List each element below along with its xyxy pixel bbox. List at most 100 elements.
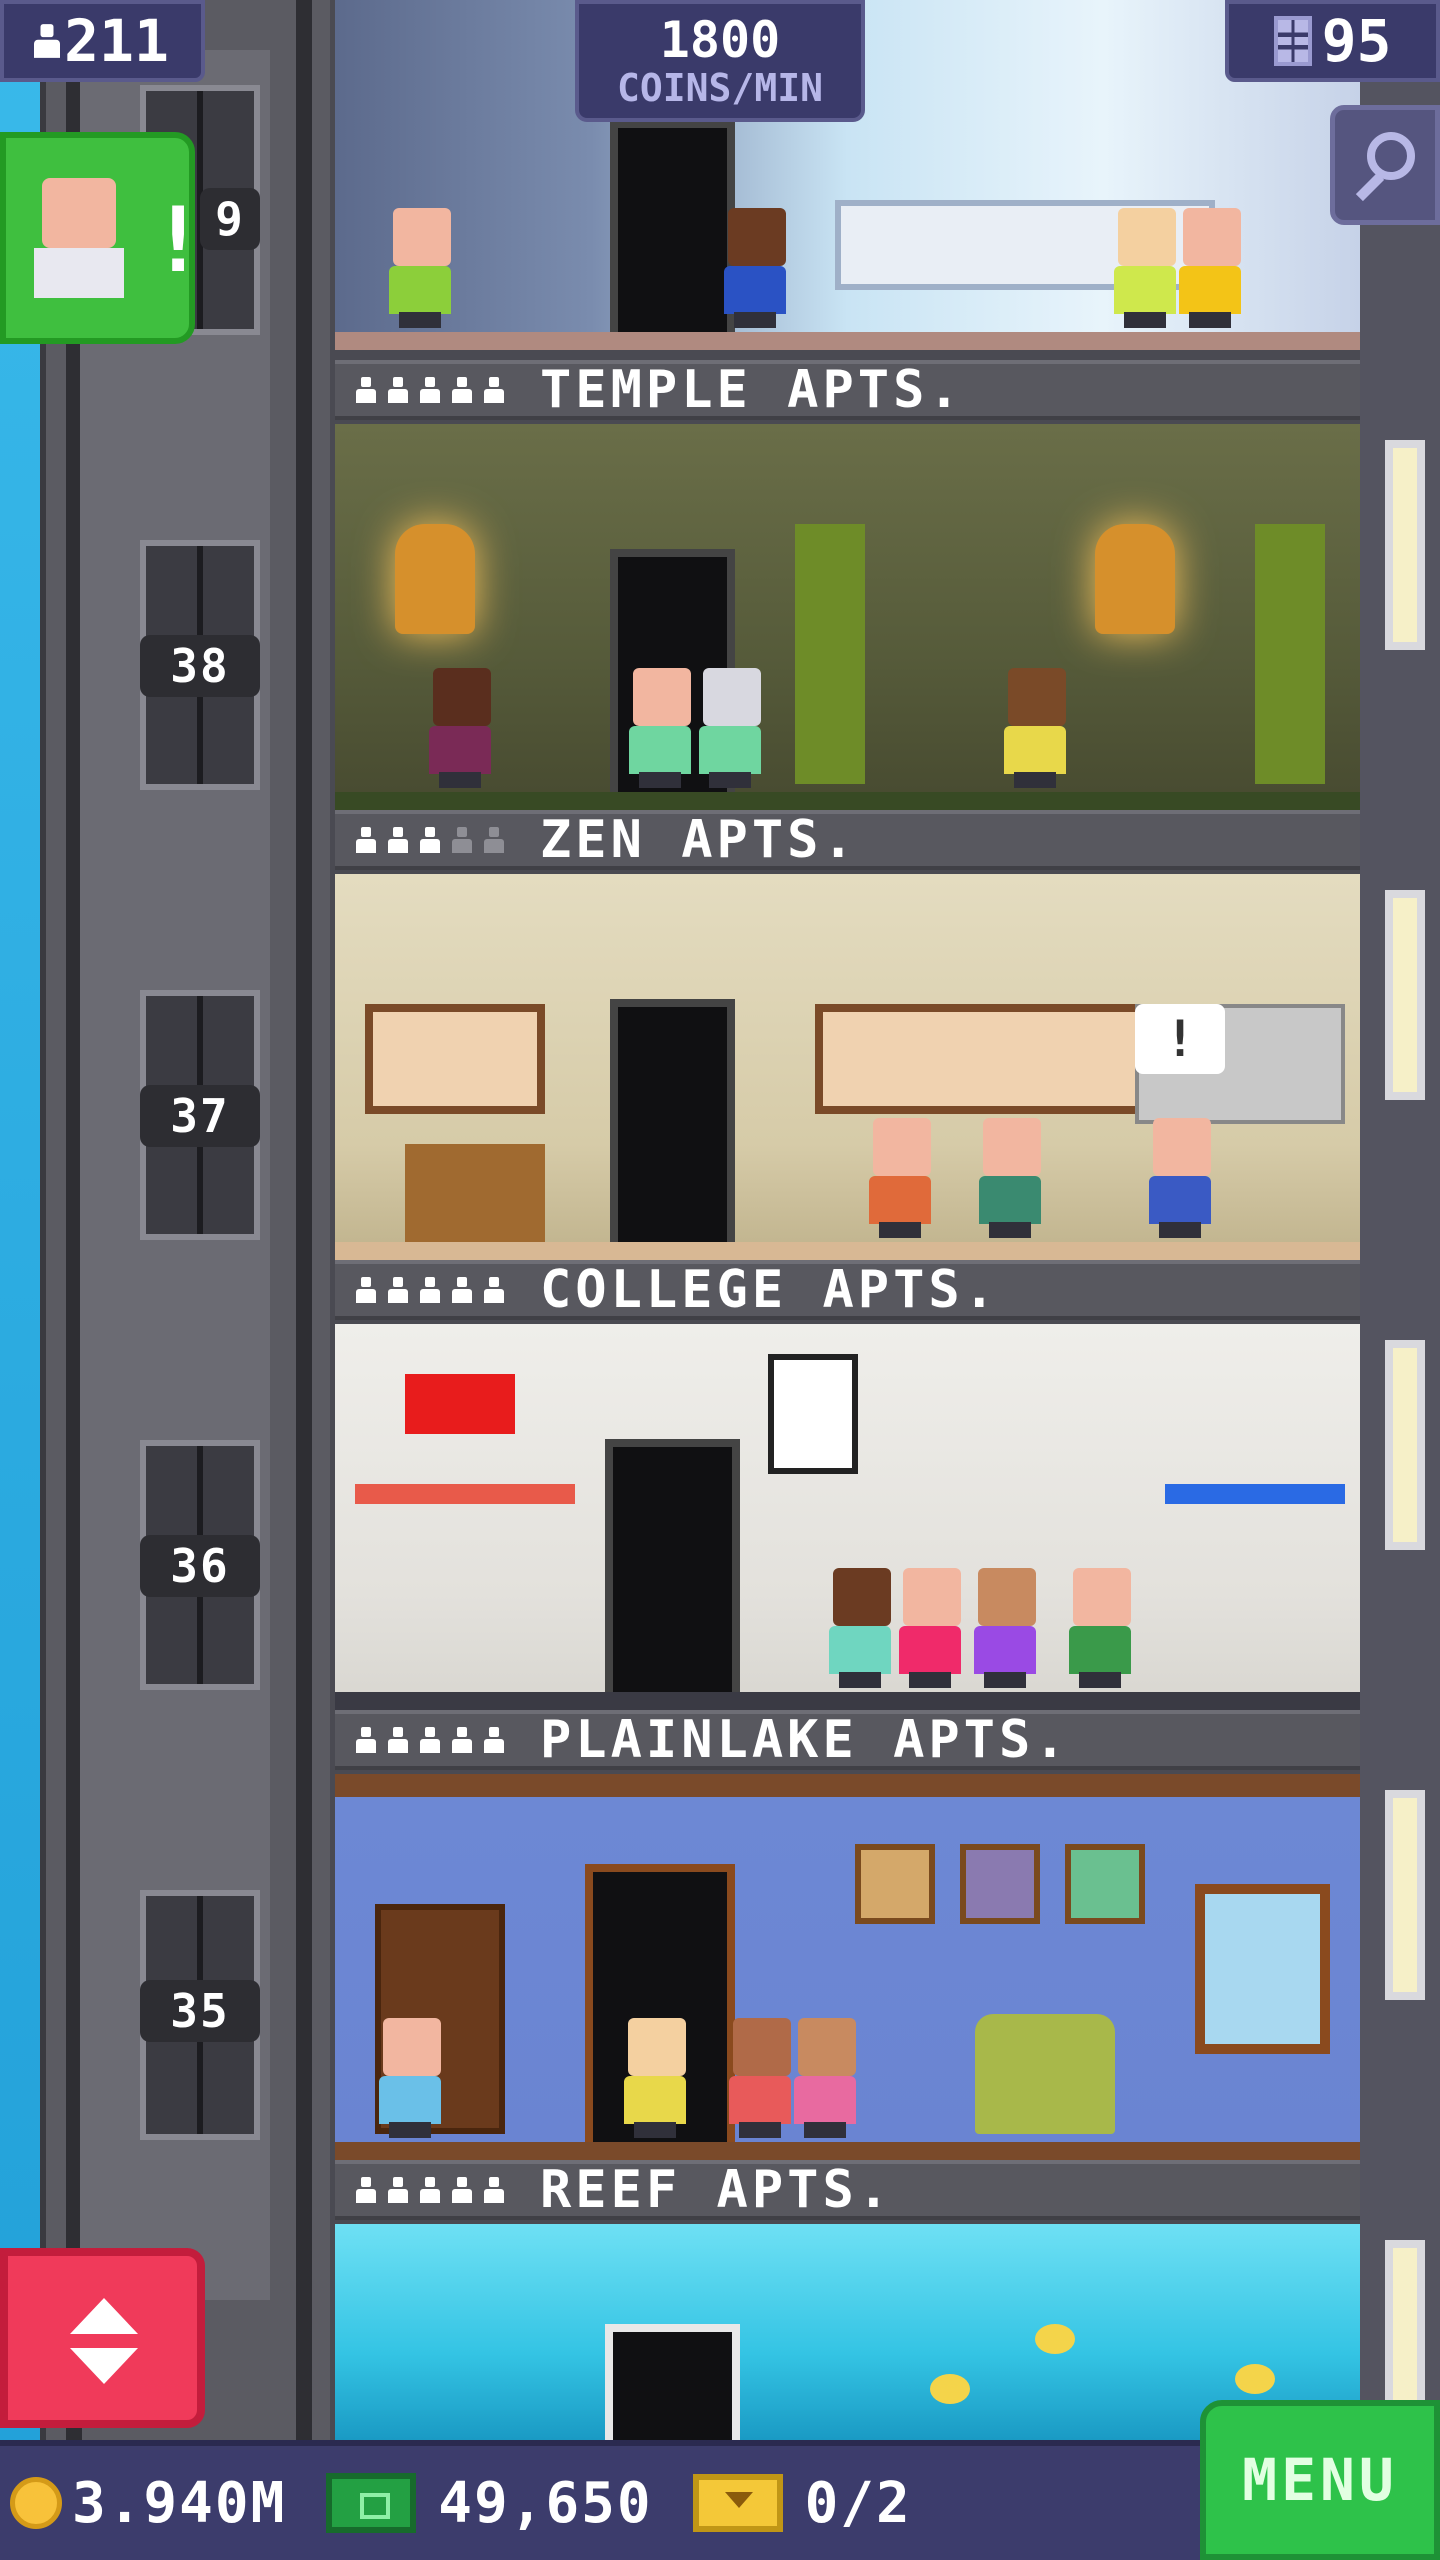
person-icon [483,377,505,403]
decor-picture-frame [1065,1844,1145,1924]
floor-name: ZEN APTS. [540,810,858,870]
floors-badge[interactable]: 95 [1225,0,1440,82]
person-icon [451,2177,473,2203]
floors-count: 95 [1321,7,1392,75]
resident-sprite[interactable] [720,208,790,328]
room-zen-apts[interactable]: ! [335,874,1360,1260]
floor-rating [355,2177,505,2203]
room-temple-apts[interactable] [335,424,1360,810]
resident-sprite[interactable] [1175,208,1245,328]
resident-sprite[interactable] [970,1568,1040,1688]
decor-bunk-bed [1165,1484,1345,1504]
person-icon [387,1277,409,1303]
person-icon [451,1277,473,1303]
resident-sprite[interactable] [625,668,695,788]
resident-sprite[interactable] [1065,1568,1135,1688]
visitor-alert-icon [34,178,124,308]
person-icon [355,1277,377,1303]
floor-name: PLAINLAKE APTS. [540,1710,1070,1770]
floor-rating [355,377,505,403]
floor-name: TEMPLE APTS. [540,360,964,420]
decor-fish [1235,2364,1275,2394]
bux-value: 49,650 [438,2470,653,2536]
arrow-down-icon [70,2348,138,2384]
exterior-window [1385,890,1425,1100]
resident-sprite[interactable] [825,1568,895,1688]
decor-plant [1255,524,1325,784]
resident-sprite[interactable] [1110,208,1180,328]
room-door [610,120,735,350]
person-icon [451,1727,473,1753]
coins-per-min-label: COINS/MIN [617,66,823,110]
room-floor [335,1242,1360,1260]
person-icon [419,827,441,853]
person-icon [419,377,441,403]
resident-sprite[interactable] [790,2018,860,2138]
exterior-window [1385,1340,1425,1550]
floor-name: COLLEGE APTS. [540,1260,999,1320]
exterior-window [1385,1790,1425,2000]
decor-window [815,1004,1165,1114]
decor-cabinet [405,1144,545,1244]
floor-label-bar[interactable]: TEMPLE APTS. [335,360,1360,420]
tickets-value: 0/2 [804,2470,912,2536]
resident-sprite[interactable] [620,2018,690,2138]
floor-label-bar[interactable]: PLAINLAKE APTS. [335,1710,1360,1770]
room-college-apts[interactable] [335,1324,1360,1710]
decor-poster [768,1354,858,1474]
room-plainlake-apts[interactable] [335,1774,1360,2160]
coins-per-min-value: 1800 [659,11,781,69]
room-door [605,2324,740,2440]
person-icon [451,827,473,853]
resident-sprite[interactable] [1145,1118,1215,1238]
resident-sprite[interactable] [865,1118,935,1238]
resident-sprite[interactable] [1000,668,1070,788]
resident-sprite[interactable] [975,1118,1045,1238]
shaft-rail [296,0,312,2440]
elevator-floor-number: 36 [140,1535,260,1597]
tower-exterior-wall [1360,0,1440,2440]
elevator-toggle-button[interactable] [0,2248,205,2428]
room-floor [335,2142,1360,2160]
decor-statue [1095,524,1175,634]
coins-value: 3.940M [72,2470,287,2536]
person-icon [387,1727,409,1753]
coins-display[interactable]: 3.940M [0,2471,286,2536]
resident-sprite[interactable] [725,2018,795,2138]
room-floor [335,792,1360,810]
resident-sprite[interactable] [425,668,495,788]
resident-sprite[interactable] [375,2018,445,2138]
floor-label-bar[interactable]: REEF APTS. [335,2160,1360,2220]
person-icon [355,2177,377,2203]
speech-bubble[interactable]: ! [1135,1004,1225,1074]
visitor-alert-button[interactable]: ! [0,132,205,344]
person-icon [419,1277,441,1303]
zoom-button[interactable] [1330,105,1440,225]
room-door [610,999,735,1259]
decor-statue [395,524,475,634]
floor-label-bar[interactable]: ZEN APTS. [335,810,1360,870]
person-icon [419,1727,441,1753]
resident-sprite[interactable] [385,208,455,328]
floor-label-bar[interactable]: COLLEGE APTS. [335,1260,1360,1320]
population-badge[interactable]: 211 [0,0,205,82]
elevator-floor-number: 37 [140,1085,260,1147]
tickets-display[interactable]: 0/2 [692,2470,912,2536]
menu-button[interactable]: MENU [1200,2400,1440,2560]
exterior-window [1385,440,1425,650]
floor-name: REEF APTS. [540,2160,894,2220]
decor-picture-frame [855,1844,935,1924]
decor-fish [1035,2324,1075,2354]
person-icon [483,827,505,853]
elevator-floor-number: 38 [140,635,260,697]
person-icon [387,827,409,853]
bux-display[interactable]: 49,650 [326,2471,652,2536]
resident-sprite[interactable] [895,1568,965,1688]
resident-sprite[interactable] [695,668,765,788]
bux-icon [326,2473,417,2533]
zoom-icon [1367,132,1415,180]
arrow-up-icon [70,2298,138,2334]
decor-picture-frame [960,1844,1040,1924]
ticket-icon [692,2474,783,2532]
floor-rating [355,827,505,853]
